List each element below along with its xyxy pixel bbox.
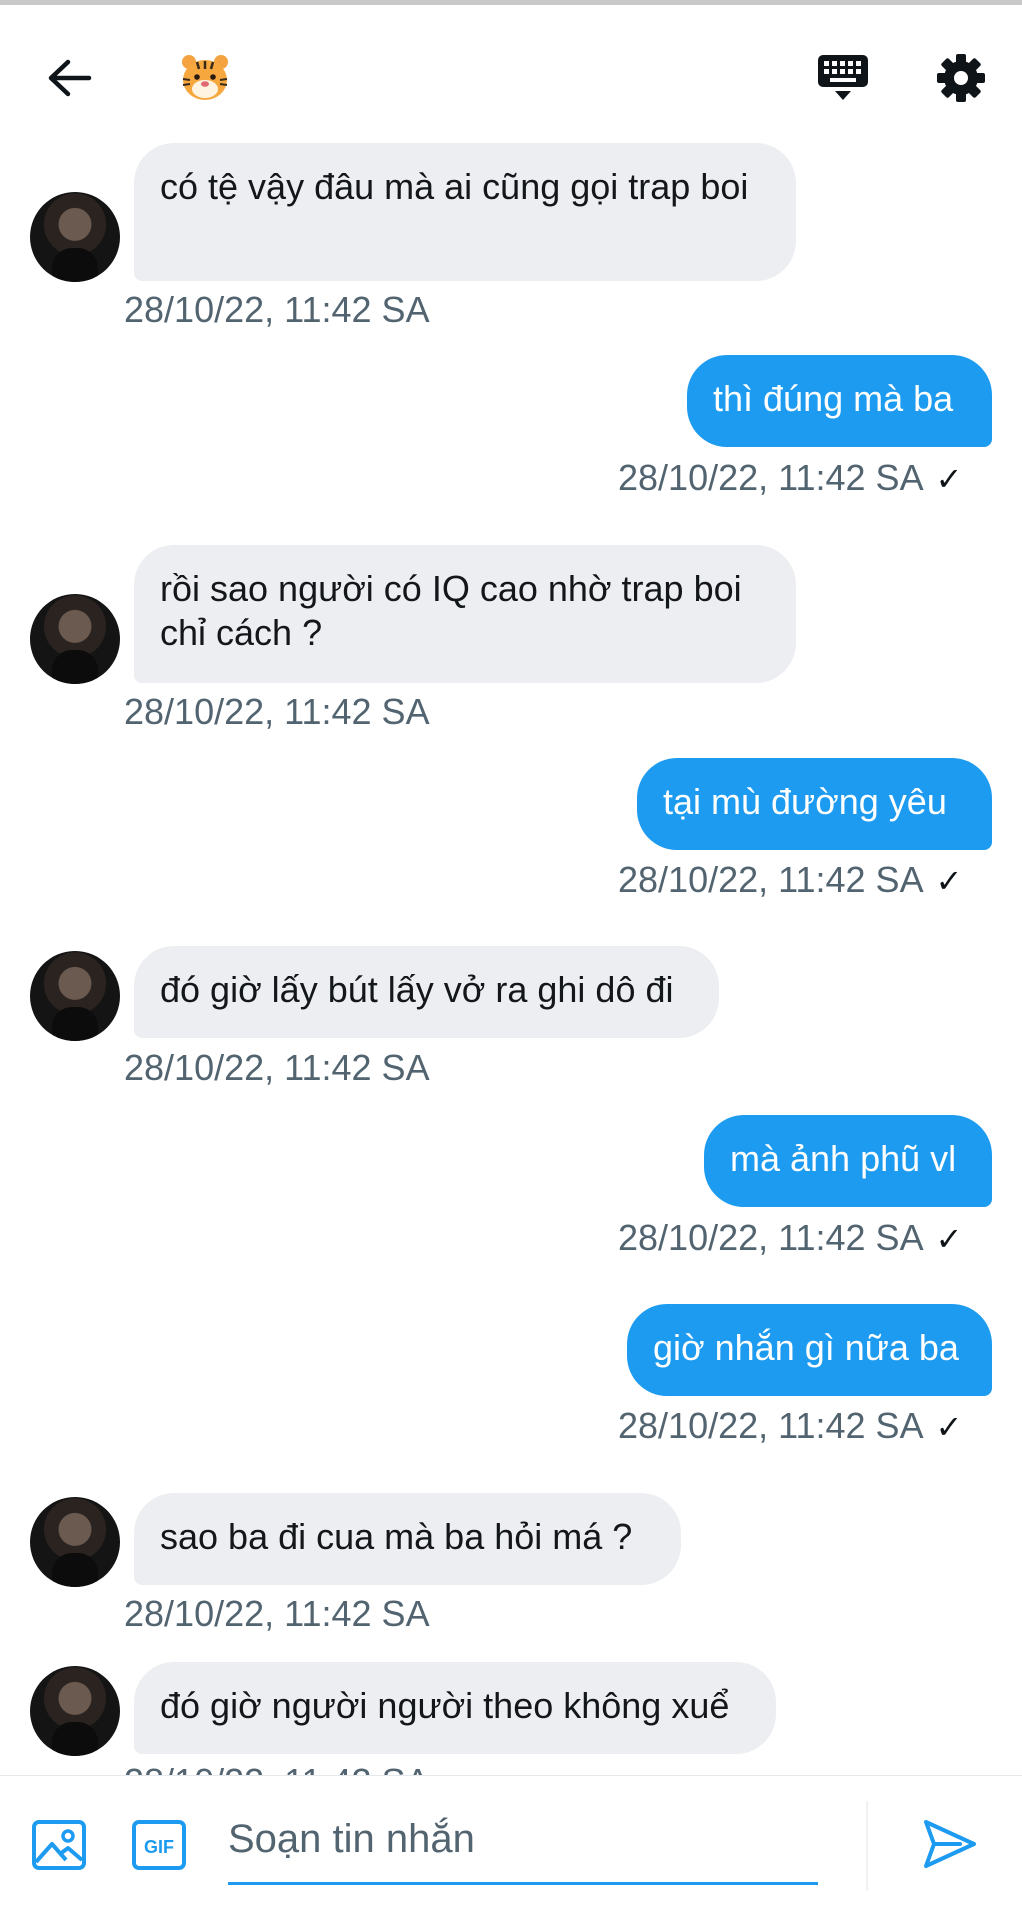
keyboard-icon	[818, 55, 868, 100]
gif-icon: GIF	[132, 1820, 186, 1870]
message-timestamp: 28/10/22, 11:42 SA	[124, 1593, 430, 1634]
contact-avatar[interactable]	[172, 45, 238, 111]
message-bubble[interactable]: mà ảnh phũ vl	[704, 1115, 992, 1207]
message-timestamp: 28/10/22, 11:42 SA	[124, 1761, 430, 1775]
message-timestamp: 28/10/22, 11:42 SA	[618, 457, 924, 498]
sender-avatar[interactable]	[30, 1497, 120, 1587]
message-bubble[interactable]: thì đúng mà ba	[687, 355, 992, 447]
message-input[interactable]	[228, 1796, 818, 1885]
sender-avatar[interactable]	[30, 594, 120, 684]
message-timestamp: 28/10/22, 11:42 SA	[124, 691, 430, 732]
message-timestamp: 28/10/22, 11:42 SA	[124, 289, 430, 330]
sender-avatar[interactable]	[30, 192, 120, 282]
message-bubble[interactable]: giờ nhắn gì nữa ba	[627, 1304, 992, 1396]
back-button[interactable]	[36, 45, 102, 111]
send-button[interactable]	[920, 1814, 986, 1880]
message-timestamp: 28/10/22, 11:42 SA	[618, 1217, 924, 1258]
add-image-button[interactable]	[30, 1816, 88, 1874]
message-timestamp: 28/10/22, 11:42 SA	[618, 1405, 924, 1446]
read-check-icon: ✓	[935, 863, 963, 899]
message-bubble[interactable]: có tệ vậy đâu mà ai cũng gọi trap boi	[134, 143, 796, 281]
message-bubble[interactable]: sao ba đi cua mà ba hỏi má ?	[134, 1493, 681, 1585]
message-timestamp-row: 28/10/22, 11:42 SA ✓	[618, 1217, 962, 1259]
read-check-icon: ✓	[935, 1221, 963, 1257]
arrow-left-icon	[48, 59, 92, 97]
composer-divider	[866, 1801, 868, 1891]
conversation-header	[0, 5, 1022, 141]
keyboard-shortcuts-button[interactable]	[810, 45, 876, 111]
message-timestamp-row: 28/10/22, 11:42 SA ✓	[618, 859, 962, 901]
read-check-icon: ✓	[935, 461, 963, 497]
message-timestamp: 28/10/22, 11:42 SA	[618, 859, 924, 900]
message-bubble[interactable]: rồi sao người có IQ cao nhờ trap boi chỉ…	[134, 545, 796, 683]
image-icon	[32, 1820, 86, 1870]
message-list[interactable]: có tệ vậy đâu mà ai cũng gọi trap boi 28…	[0, 141, 1022, 1775]
message-bubble[interactable]: tại mù đường yêu	[637, 758, 992, 850]
message-timestamp-row: 28/10/22, 11:42 SA ✓	[618, 457, 962, 499]
add-gif-button[interactable]: GIF	[130, 1816, 188, 1874]
message-timestamp: 28/10/22, 11:42 SA	[124, 1047, 430, 1088]
message-bubble[interactable]: đó giờ người người theo không xuể	[134, 1662, 776, 1754]
gear-icon	[937, 54, 985, 102]
message-timestamp-row: 28/10/22, 11:42 SA ✓	[618, 1405, 962, 1447]
settings-button[interactable]	[928, 45, 994, 111]
message-bubble[interactable]: đó giờ lấy bút lấy vở ra ghi dô đi	[134, 946, 719, 1038]
tiger-avatar-icon	[182, 55, 228, 100]
send-icon	[924, 1820, 976, 1868]
read-check-icon: ✓	[935, 1409, 963, 1445]
sender-avatar[interactable]	[30, 1666, 120, 1756]
composer-bar: GIF	[0, 1775, 1022, 1921]
sender-avatar[interactable]	[30, 951, 120, 1041]
svg-text:GIF: GIF	[144, 1837, 174, 1857]
